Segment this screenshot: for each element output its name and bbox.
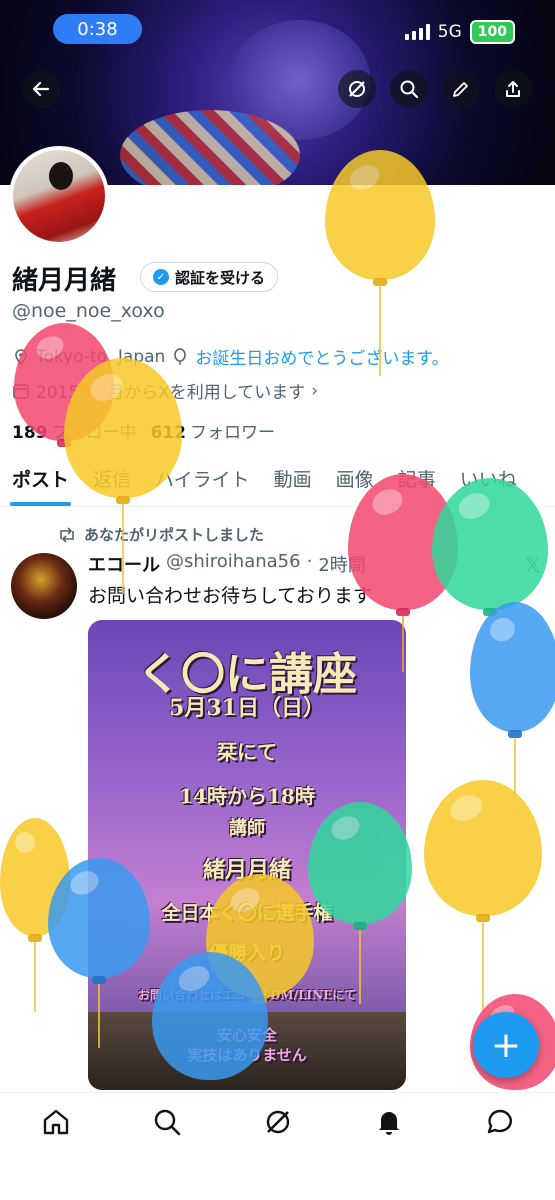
- nav-notifications[interactable]: [369, 1107, 409, 1147]
- post-author-name[interactable]: エコール: [88, 551, 160, 577]
- profile-meta-row: Tokyo-to, Japan お誕生日おめでとうございます。: [12, 344, 449, 369]
- image-hours: 14時から18時: [179, 784, 315, 808]
- followers-link[interactable]: 612 フォロワー: [151, 418, 276, 443]
- calendar-icon: [13, 383, 29, 399]
- tab-photos[interactable]: 画像: [324, 455, 386, 506]
- repost-icon: [60, 526, 74, 543]
- search-icon: [154, 1109, 180, 1136]
- grok-icon: [349, 81, 365, 97]
- battery-indicator: 100: [469, 20, 515, 44]
- image-instructor-label: 講師: [229, 818, 265, 839]
- post-dot: ·: [306, 551, 313, 572]
- image-instructor-name: 緒月月緒: [202, 857, 291, 883]
- search-icon: [400, 80, 419, 99]
- compose-post-button[interactable]: +: [473, 1012, 539, 1078]
- nav-messages[interactable]: [480, 1107, 520, 1147]
- share-icon: [506, 81, 520, 97]
- balloon-birthday-icon: [174, 347, 187, 365]
- grok-button[interactable]: [338, 70, 376, 108]
- repost-indicator: あなたがリポストしました: [58, 524, 264, 545]
- birthday-link[interactable]: お誕生日おめでとうございます。: [195, 344, 448, 369]
- home-icon: [43, 1109, 68, 1135]
- repost-text: あなたがリポストしました: [84, 526, 265, 544]
- tab-replies[interactable]: 返信: [81, 455, 143, 506]
- post-text: お問い合わせお待ちしております: [88, 585, 372, 607]
- back-button[interactable]: [22, 70, 60, 108]
- edit-icon: [453, 82, 468, 97]
- following-link[interactable]: 189 フォロー中: [12, 418, 137, 443]
- image-no-practice: 実技はありません: [187, 1046, 307, 1064]
- nav-home[interactable]: [36, 1107, 76, 1147]
- image-award-2: 優勝入り: [208, 942, 285, 964]
- location-icon: [15, 348, 27, 365]
- joined-row: 2015年2月からXを利用しています ›: [12, 378, 318, 403]
- search-button[interactable]: [390, 70, 428, 108]
- location-text: Tokyo-to, Japan: [36, 346, 166, 367]
- tab-videos[interactable]: 動画: [262, 455, 324, 506]
- get-verified-label: 認証を受ける: [175, 268, 266, 287]
- tab-highlights[interactable]: ハイライト: [143, 455, 262, 506]
- tab-posts[interactable]: ポスト: [0, 455, 81, 506]
- image-safe: 安心安全: [216, 1026, 277, 1044]
- follow-stats: 189 フォロー中 612 フォロワー: [12, 418, 275, 443]
- post-image[interactable]: く〇に講座 5月31日（日） 栞にて 14時から18時 講師 緒月月緒 全日本く…: [88, 620, 406, 1090]
- notifications-icon: [378, 1112, 399, 1135]
- nav-explore[interactable]: [147, 1107, 187, 1147]
- tab-articles[interactable]: 記事: [386, 455, 448, 506]
- post-author-handle[interactable]: @shiroihana56: [166, 551, 301, 577]
- verified-check-icon: ✓: [153, 269, 169, 285]
- joined-text: 2015年2月からXを利用しています: [36, 383, 306, 403]
- image-award: 全日本く〇に選手権: [161, 902, 333, 924]
- profile-tabs: ポスト 返信 ハイライト 動画 画像 記事 いいね: [0, 455, 555, 507]
- bottom-navigation: [0, 1092, 555, 1200]
- post-time[interactable]: 2時間: [318, 551, 365, 577]
- balloon-yellow: [0, 818, 70, 1012]
- messages-icon: [487, 1109, 512, 1134]
- post-header: エコール @shiroihana56 · 2時間: [88, 551, 366, 577]
- grok-icon: [266, 1110, 289, 1134]
- chevron-right-icon[interactable]: ›: [311, 381, 318, 401]
- image-date: 5月31日（日）: [169, 695, 325, 721]
- user-handle: @noe_noe_xoxo: [12, 300, 165, 322]
- image-contact: お問い合わせはエコールDM/LINEにて: [137, 988, 357, 1002]
- image-place: 栞にて: [217, 740, 277, 764]
- back-arrow-icon: [32, 81, 50, 97]
- x-logo-icon: 𝕏: [524, 553, 541, 577]
- nav-grok[interactable]: [258, 1107, 298, 1147]
- status-indicators: 5G 100: [404, 20, 515, 44]
- share-button[interactable]: [494, 70, 532, 108]
- display-name: 緒月月緒: [12, 266, 117, 296]
- post-author-avatar[interactable]: [11, 553, 77, 619]
- signal-icon: [404, 24, 430, 40]
- edit-button[interactable]: [442, 70, 480, 108]
- balloon-yellow: [424, 780, 542, 1012]
- status-time: 0:38: [53, 14, 142, 44]
- tab-likes[interactable]: いいね: [448, 455, 529, 506]
- network-type: 5G: [437, 22, 462, 42]
- profile-avatar[interactable]: [9, 146, 109, 246]
- balloon-blue: [470, 602, 555, 798]
- get-verified-button[interactable]: ✓ 認証を受ける: [140, 262, 279, 292]
